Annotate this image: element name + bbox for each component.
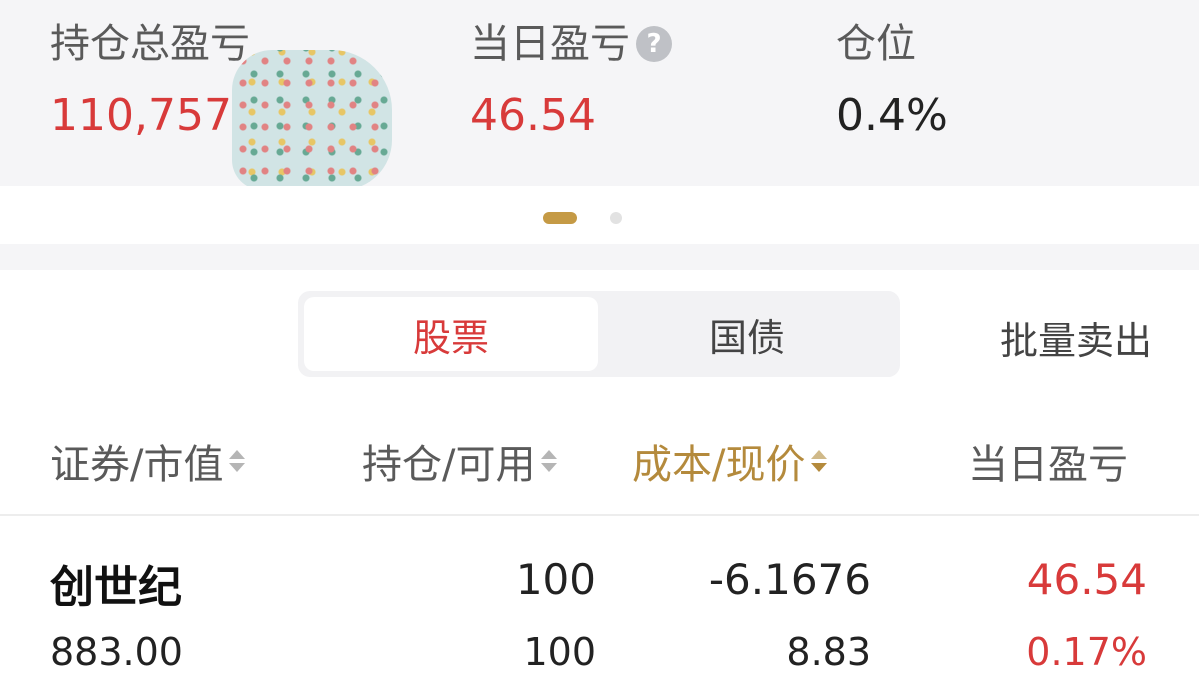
batch-sell-button[interactable]: 批量卖出 xyxy=(1000,310,1152,365)
row-daily-pnl: 46.54 xyxy=(1026,555,1147,604)
page-dot[interactable] xyxy=(610,212,622,224)
total-pnl-value: 110,757 xyxy=(50,90,232,141)
daily-pnl-stat[interactable]: 当日盈亏 ? 46.54 xyxy=(470,18,672,144)
column-holding[interactable]: 持仓/可用 xyxy=(362,432,558,490)
daily-pnl-label: 当日盈亏 xyxy=(470,21,630,67)
market-value: 883.00 xyxy=(50,630,183,674)
summary-panel: 持仓总盈亏 110,757 当日盈亏 ? 46.54 仓位 0.4% xyxy=(0,0,1199,190)
position-label: 仓位 xyxy=(836,21,916,67)
header-divider xyxy=(0,514,1199,516)
column-daily-pnl: 当日盈亏 xyxy=(968,432,1128,490)
daily-pnl-label-row: 当日盈亏 ? xyxy=(470,18,672,70)
position-value: 0.4% xyxy=(836,90,948,141)
sort-icon xyxy=(229,450,246,472)
column-daily-pnl-label: 当日盈亏 xyxy=(968,442,1128,488)
sort-icon xyxy=(541,450,558,472)
total-pnl-label: 持仓总盈亏 xyxy=(50,21,250,67)
column-cost[interactable]: 成本/现价 xyxy=(632,432,828,490)
row-daily-pnl-pct: 0.17% xyxy=(1026,630,1147,674)
cost-price: -6.1676 xyxy=(708,555,871,604)
total-pnl-stat[interactable]: 持仓总盈亏 110,757 xyxy=(50,18,250,144)
help-icon[interactable]: ? xyxy=(636,26,672,62)
position-stat[interactable]: 仓位 0.4% xyxy=(836,18,948,144)
security-name: 创世纪 xyxy=(50,562,182,613)
current-price: 8.83 xyxy=(786,630,871,674)
column-security[interactable]: 证券/市值 xyxy=(50,432,246,490)
page-dot-active[interactable] xyxy=(543,212,577,224)
sort-desc-icon xyxy=(811,450,828,472)
daily-pnl-value: 46.54 xyxy=(470,90,596,141)
asset-type-segment: 股票 国债 xyxy=(298,291,900,377)
column-holding-label: 持仓/可用 xyxy=(362,442,536,488)
column-cost-label: 成本/现价 xyxy=(632,442,806,488)
tab-stocks[interactable]: 股票 xyxy=(304,297,598,371)
page-indicator xyxy=(0,186,1199,244)
available-qty: 100 xyxy=(523,630,596,674)
tab-bonds[interactable]: 国债 xyxy=(600,297,894,371)
column-security-label: 证券/市值 xyxy=(50,442,224,488)
privacy-mask xyxy=(232,50,392,190)
section-divider xyxy=(0,244,1199,270)
holding-qty: 100 xyxy=(515,555,596,604)
